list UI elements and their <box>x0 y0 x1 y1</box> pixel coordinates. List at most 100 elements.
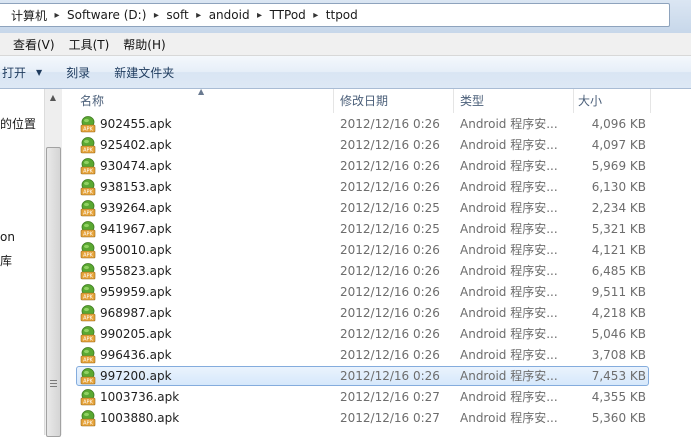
file-name: 930474.apk <box>100 159 172 173</box>
navigation-scrollbar[interactable]: ▲ <box>44 89 62 437</box>
scroll-up-arrow-icon[interactable]: ▲ <box>46 90 60 105</box>
breadcrumb-item[interactable]: 计算机 <box>7 7 51 24</box>
apk-file-icon: APK <box>80 284 96 301</box>
chevron-right-icon[interactable]: ▸ <box>150 10 162 21</box>
menu-item[interactable]: 工具(T) <box>62 36 117 53</box>
file-size: 3,708 KB <box>591 348 646 362</box>
file-name-cell[interactable]: APK 996436.apk <box>62 345 334 366</box>
breadcrumb: 计算机 ▸ Software (D:) ▸ soft ▸ andoid ▸ TTPod ▸ ttpo… <box>7 4 362 26</box>
file-name-cell[interactable]: APK 925402.apk <box>62 135 334 156</box>
apk-file-icon: APK <box>80 410 96 427</box>
breadcrumb-item[interactable]: TTPod <box>266 8 310 22</box>
file-row[interactable]: APK 1003880.apk 2012/12/16 0:27 Android 程序安… <box>62 408 691 429</box>
file-list: ▲ 名称 修改日期 类型 大小 APK 902455.apk 2012/12/16 … <box>62 89 691 435</box>
file-name-cell[interactable]: APK 990205.apk <box>62 324 334 345</box>
file-row[interactable]: APK 938153.apk 2012/12/16 0:26 Android 程序安.… <box>62 177 691 198</box>
file-type: Android 程序安... <box>460 348 558 362</box>
breadcrumb-item[interactable]: ttpod <box>322 8 362 22</box>
file-date: 2012/12/16 0:26 <box>340 180 440 194</box>
svg-text:APK: APK <box>83 379 93 385</box>
file-type: Android 程序安... <box>460 201 558 215</box>
file-row[interactable]: APK 968987.apk 2012/12/16 0:26 Android 程序安.… <box>62 303 691 324</box>
column-header-type[interactable]: 类型 <box>454 89 574 113</box>
file-size: 4,097 KB <box>591 138 646 152</box>
file-name-cell[interactable]: APK 997200.apk <box>62 366 334 387</box>
burn-button[interactable]: 刻录 <box>54 64 102 81</box>
file-size: 4,096 KB <box>591 117 646 131</box>
menu-item[interactable]: 帮助(H) <box>116 36 172 53</box>
file-row[interactable]: APK 930474.apk 2012/12/16 0:26 Android 程序安.… <box>62 156 691 177</box>
file-date: 2012/12/16 0:26 <box>340 348 440 362</box>
file-row[interactable]: APK 955823.apk 2012/12/16 0:26 Android 程序安.… <box>62 261 691 282</box>
file-name-cell[interactable]: APK 939264.apk <box>62 198 334 219</box>
apk-file-icon: APK <box>80 305 96 322</box>
file-name-cell[interactable]: APK 902455.apk <box>62 114 334 135</box>
menu-item[interactable]: 查看(V) <box>0 36 62 53</box>
nav-item-recent-places[interactable]: 的位置 <box>0 115 36 132</box>
column-header-size[interactable]: 大小 <box>574 89 651 113</box>
file-date: 2012/12/16 0:26 <box>340 159 440 173</box>
column-header-date[interactable]: 修改日期 <box>334 89 454 113</box>
file-name-cell[interactable]: APK 1003880.apk <box>62 408 334 429</box>
scrollbar-thumb[interactable] <box>46 147 61 437</box>
apk-file-icon: APK <box>80 326 96 343</box>
file-rows: APK 902455.apk 2012/12/16 0:26 Android 程序安.… <box>62 114 691 429</box>
address-bar[interactable]: 计算机 ▸ Software (D:) ▸ soft ▸ andoid ▸ TTPod ▸ ttpo… <box>0 3 670 27</box>
apk-file-icon: APK <box>80 221 96 238</box>
breadcrumb-item[interactable]: soft <box>162 8 192 22</box>
chevron-right-icon[interactable]: ▸ <box>51 10 63 21</box>
file-type: Android 程序安... <box>460 285 558 299</box>
file-row[interactable]: APK 959959.apk 2012/12/16 0:26 Android 程序安.… <box>62 282 691 303</box>
file-name-cell[interactable]: APK 959959.apk <box>62 282 334 303</box>
svg-text:APK: APK <box>83 274 93 280</box>
file-name-cell[interactable]: APK 930474.apk <box>62 156 334 177</box>
chevron-down-icon[interactable]: ▼ <box>36 68 42 77</box>
file-date: 2012/12/16 0:26 <box>340 369 440 383</box>
column-header: ▲ 名称 修改日期 类型 大小 <box>62 89 691 113</box>
file-name-cell[interactable]: APK 950010.apk <box>62 240 334 261</box>
file-date: 2012/12/16 0:26 <box>340 285 440 299</box>
file-name: 968987.apk <box>100 306 172 320</box>
file-size: 6,485 KB <box>591 264 646 278</box>
open-button-label: 打开 <box>2 65 27 80</box>
sort-up-icon: ▲ <box>198 89 205 96</box>
breadcrumb-item[interactable]: Software (D:) <box>63 8 150 22</box>
file-date: 2012/12/16 0:27 <box>340 390 440 404</box>
nav-item-libraries[interactable]: 库 <box>0 252 12 269</box>
file-name-cell[interactable]: APK 938153.apk <box>62 177 334 198</box>
chevron-right-icon[interactable]: ▸ <box>254 10 266 21</box>
file-row[interactable]: APK 939264.apk 2012/12/16 0:25 Android 程序安.… <box>62 198 691 219</box>
file-row[interactable]: APK 925402.apk 2012/12/16 0:26 Android 程序安.… <box>62 135 691 156</box>
chevron-right-icon[interactable]: ▸ <box>310 10 322 21</box>
file-row[interactable]: APK 990205.apk 2012/12/16 0:26 Android 程序安.… <box>62 324 691 345</box>
file-row[interactable]: APK 950010.apk 2012/12/16 0:26 Android 程序安.… <box>62 240 691 261</box>
file-name-cell[interactable]: APK 955823.apk <box>62 261 334 282</box>
file-row[interactable]: APK 996436.apk 2012/12/16 0:26 Android 程序安.… <box>62 345 691 366</box>
open-button[interactable]: 打开 ▼ <box>0 64 54 81</box>
grip-line <box>50 380 57 381</box>
file-name-cell[interactable]: APK 941967.apk <box>62 219 334 240</box>
new-folder-button[interactable]: 新建文件夹 <box>102 64 186 81</box>
svg-text:APK: APK <box>83 232 93 238</box>
nav-item-partial[interactable]: on <box>0 230 15 244</box>
file-name-cell[interactable]: APK 1003736.apk <box>62 387 334 408</box>
apk-file-icon: APK <box>80 116 96 133</box>
file-type: Android 程序安... <box>460 222 558 236</box>
apk-file-icon: APK <box>80 179 96 196</box>
column-header-name[interactable]: ▲ 名称 <box>62 89 334 113</box>
file-row[interactable]: APK 902455.apk 2012/12/16 0:26 Android 程序安.… <box>62 114 691 135</box>
file-row[interactable]: APK 997200.apk 2012/12/16 0:26 Android 程序安.… <box>62 366 691 387</box>
breadcrumb-item[interactable]: andoid <box>205 8 254 22</box>
file-type: Android 程序安... <box>460 117 558 131</box>
apk-file-icon: APK <box>80 347 96 364</box>
file-name: 902455.apk <box>100 117 172 131</box>
apk-file-icon: APK <box>80 242 96 259</box>
file-date: 2012/12/16 0:26 <box>340 306 440 320</box>
file-name: 996436.apk <box>100 348 172 362</box>
file-name: 950010.apk <box>100 243 172 257</box>
file-type: Android 程序安... <box>460 138 558 152</box>
file-row[interactable]: APK 941967.apk 2012/12/16 0:25 Android 程序安.… <box>62 219 691 240</box>
file-name-cell[interactable]: APK 968987.apk <box>62 303 334 324</box>
file-row[interactable]: APK 1003736.apk 2012/12/16 0:27 Android 程序安… <box>62 387 691 408</box>
chevron-right-icon[interactable]: ▸ <box>193 10 205 21</box>
